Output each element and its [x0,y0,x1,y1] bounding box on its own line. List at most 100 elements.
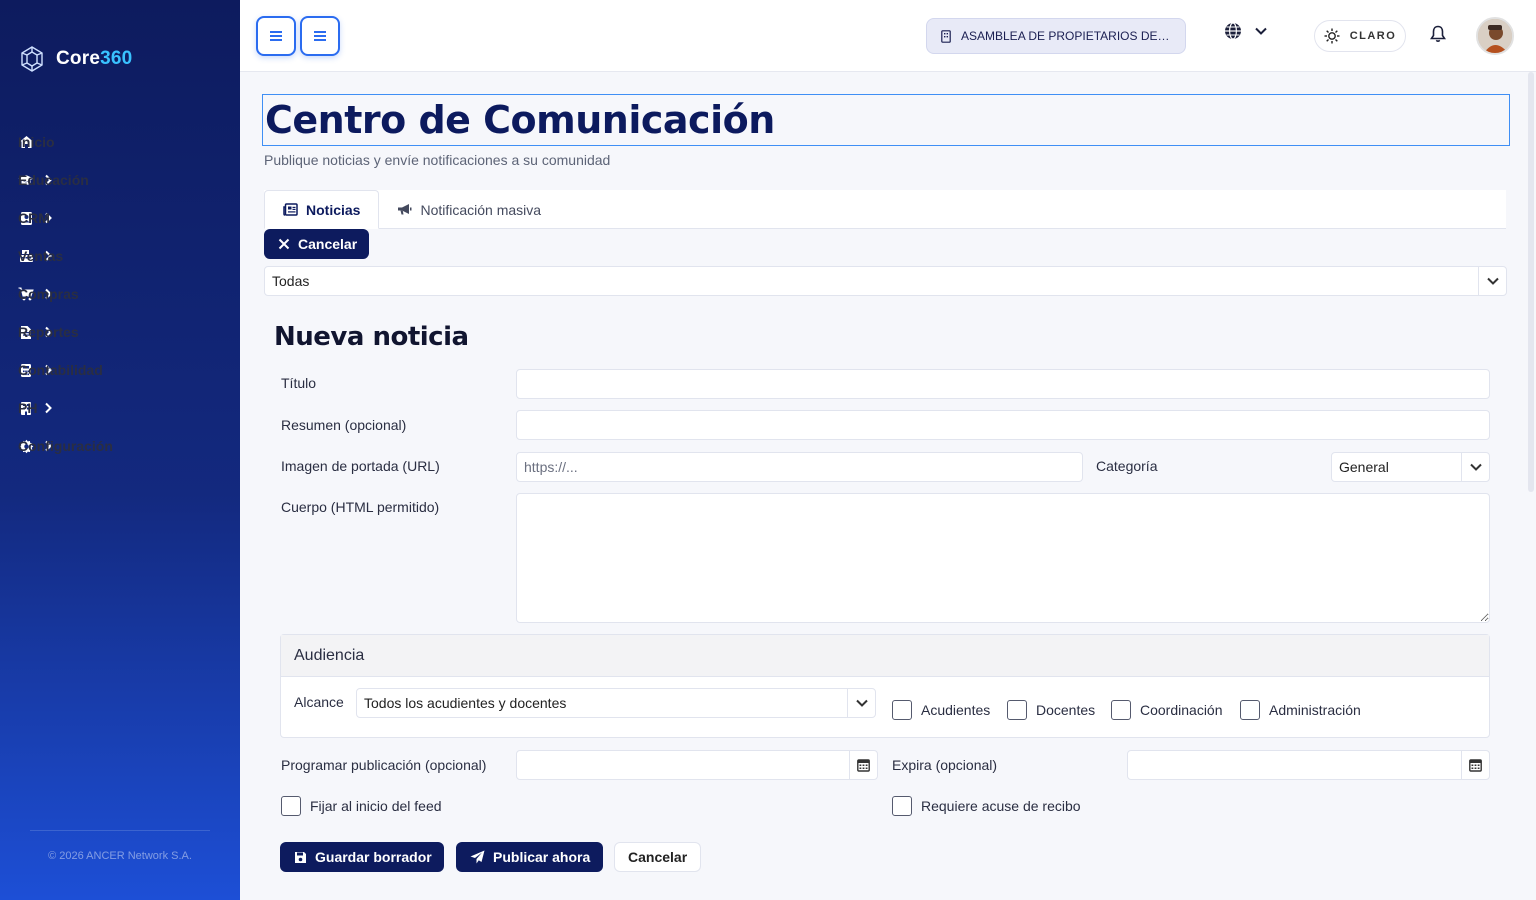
titulo-label: Título [281,375,317,391]
save-draft-button[interactable]: Guardar borrador [280,842,444,872]
paper-plane-icon [470,850,485,864]
programar-label: Programar publicación (opcional) [281,757,487,773]
category-filter-select[interactable]: Todas [264,266,1507,296]
fijar-checkbox[interactable]: Fijar al inicio del feed [281,796,442,816]
checkbox-box [892,796,912,816]
alcance-label: Alcance [294,694,344,710]
page-title: Centro de Comunicación [265,98,775,142]
sidebar-item-label: Compras [18,286,79,302]
sidebar-item-inicio[interactable]: Inicio [0,123,240,161]
sidebar-item-label: Ventas [18,248,64,264]
avatar-image [1478,19,1512,53]
sidebar-divider [30,830,210,831]
chevron-right-icon [45,402,52,414]
programar-input[interactable] [517,751,849,779]
audiencia-heading: Audiencia [281,635,1489,677]
hamburger-icon [270,31,282,41]
coordinacion-checkbox[interactable]: Coordinación [1111,700,1223,720]
sidebar-item-reportes[interactable]: Reportes [0,313,240,351]
categoria-select[interactable]: General [1331,452,1490,482]
checkbox-box [1007,700,1027,720]
resumen-input[interactable] [516,410,1490,440]
tabs-bar: Noticias Notificación masiva [264,190,1506,229]
categoria-label: Categoría [1096,458,1158,474]
newspaper-icon [283,203,298,216]
organization-name: ASAMBLEA DE PROPIETARIOS DE LA PROPIEDAD… [961,29,1171,43]
sidebar-item-ventas[interactable]: Ventas [0,237,240,275]
page-title-container: Centro de Comunicación [262,94,1510,146]
sidebar-item-label: Inicio [18,134,55,150]
sidebar-item-ph[interactable]: PH [0,389,240,427]
calendar-icon[interactable] [1461,751,1489,779]
administracion-checkbox[interactable]: Administración [1240,700,1361,720]
acuse-checkbox[interactable]: Requiere acuse de recibo [892,796,1081,816]
form-title: Nueva noticia [274,322,469,352]
close-icon [278,238,290,250]
sidebar-nav: Inicio Educación CRM Ventas Compras Repo… [0,123,240,465]
imagen-url-input[interactable] [516,452,1083,482]
floppy-disk-icon [295,851,306,863]
notifications-button[interactable] [1430,25,1446,48]
imagen-label: Imagen de portada (URL) [281,458,440,474]
sun-icon [1324,28,1340,44]
checkbox-label: Acudientes [921,702,991,718]
brand-logo[interactable]: Core360 [18,45,132,73]
building-icon [941,29,951,43]
chevron-down-icon [847,689,875,717]
checkbox-label: Coordinación [1140,702,1223,718]
acudientes-checkbox[interactable]: Acudientes [892,700,990,720]
programar-date-field[interactable] [516,750,878,780]
sidebar: Core360 Inicio Educación CRM Ventas Comp… [0,0,240,900]
cuerpo-textarea[interactable] [516,493,1490,623]
sidebar-item-label: Educación [18,172,89,188]
theme-label: CLARO [1349,30,1397,42]
top-bar: ASAMBLEA DE PROPIETARIOS DE LA PROPIEDAD… [240,0,1536,72]
organization-selector[interactable]: ASAMBLEA DE PROPIETARIOS DE LA PROPIEDAD… [926,18,1186,54]
save-draft-label: Guardar borrador [315,849,432,865]
checkbox-box [1111,700,1131,720]
sidebar-item-crm[interactable]: CRM [0,199,240,237]
expira-input[interactable] [1128,751,1461,779]
sidebar-item-compras[interactable]: Compras [0,275,240,313]
sidebar-item-label: PH [18,400,38,416]
globe-icon [1225,22,1241,40]
tab-notificacion-masiva[interactable]: Notificación masiva [379,190,559,229]
expira-label: Expira (opcional) [892,757,998,773]
user-avatar[interactable] [1476,17,1514,55]
copyright-text: © 2026 ANCER Network S.A. [48,850,192,862]
language-selector[interactable] [1224,22,1268,40]
checkbox-label: Administración [1269,702,1361,718]
vertical-scrollbar[interactable] [1528,72,1534,492]
checkbox-box [281,796,301,816]
expira-date-field[interactable] [1127,750,1490,780]
cancel-button[interactable]: Cancelar [614,842,702,872]
chevron-down-icon [1478,267,1506,295]
publish-now-button[interactable]: Publicar ahora [456,842,604,872]
sidebar-collapse-button[interactable] [300,16,340,56]
sidebar-item-label: Reportes [18,324,79,340]
sidebar-item-label: Configuración [18,438,113,454]
bullhorn-icon [398,204,412,215]
titulo-input[interactable] [516,369,1490,399]
theme-toggle[interactable]: CLARO [1314,20,1406,52]
sidebar-item-contabilidad[interactable]: Contabilidad [0,351,240,389]
sidebar-item-educacion[interactable]: Educación [0,161,240,199]
checkbox-box [892,700,912,720]
menu-toggle-button[interactable] [256,16,296,56]
cancel-top-button[interactable]: Cancelar [264,229,370,259]
main-content: Centro de Comunicación Publique noticias… [240,72,1528,900]
alcance-value: Todos los acudientes y docentes [364,695,567,711]
tab-noticias[interactable]: Noticias [264,190,380,229]
checkbox-label: Requiere acuse de recibo [921,798,1081,814]
docentes-checkbox[interactable]: Docentes [1007,700,1095,720]
sidebar-item-configuracion[interactable]: Configuración [0,427,240,465]
alcance-select[interactable]: Todos los acudientes y docentes [356,688,876,718]
categoria-value: General [1339,459,1389,475]
sidebar-item-label: CRM [18,210,50,226]
publish-now-label: Publicar ahora [493,849,591,865]
brand-name: Core360 [56,48,133,69]
calendar-icon[interactable] [849,751,877,779]
tab-label: Noticias [306,201,361,218]
chevron-down-icon [1461,453,1489,481]
bell-icon [1430,25,1446,43]
